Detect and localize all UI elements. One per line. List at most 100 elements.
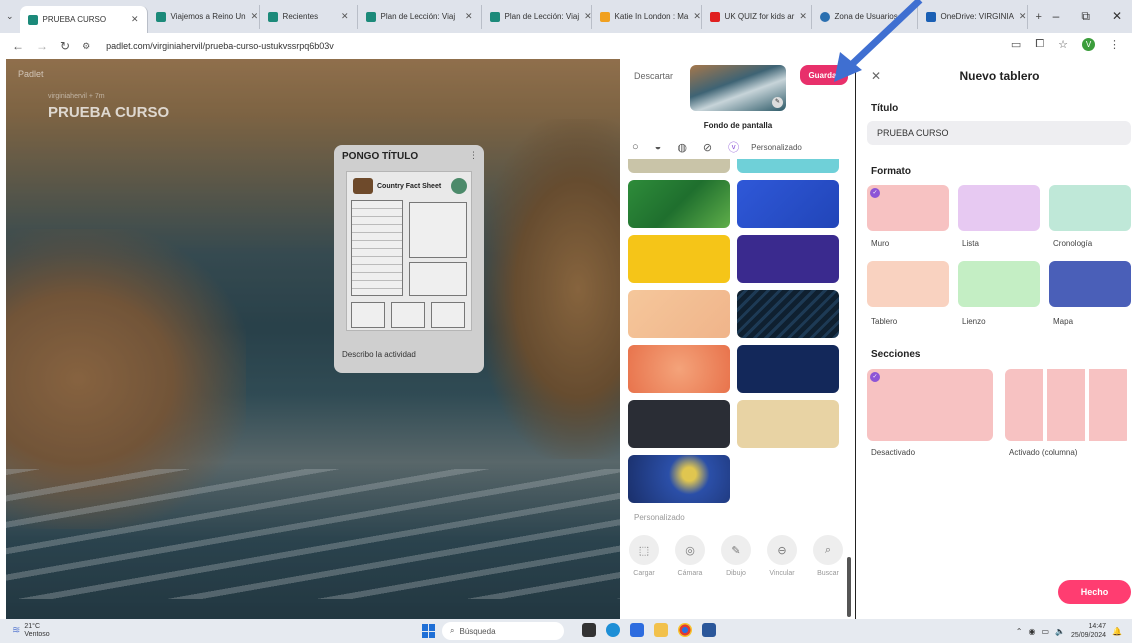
tray-chevron-icon[interactable]: ⌃ xyxy=(1016,627,1023,636)
edge-icon[interactable] xyxy=(606,623,620,637)
tab-uk-quiz[interactable]: UK QUIZ for kids ar ✕ xyxy=(702,4,812,29)
tab-plan-leccion-2[interactable]: Plan de Lección: Viaj ✕ xyxy=(482,4,592,29)
wallpaper-swatch[interactable] xyxy=(737,345,839,393)
upload-tool[interactable]: ⬚ Cargar xyxy=(628,535,660,577)
wallpaper-preview[interactable]: ✎ xyxy=(690,65,786,111)
display-icon[interactable]: ▭ xyxy=(1041,627,1049,636)
notification-bell-icon[interactable]: 🔔 xyxy=(1112,627,1122,636)
install-app-icon[interactable]: ⧠ xyxy=(1035,38,1044,51)
format-option-mapa[interactable] xyxy=(1049,261,1131,307)
custom-section-label: Personalizado xyxy=(634,513,685,522)
format-option-cronologia[interactable] xyxy=(1049,185,1131,231)
store-icon[interactable] xyxy=(630,623,644,637)
filter-pattern-icon[interactable]: ◍ xyxy=(677,141,687,154)
onedrive-favicon-icon xyxy=(925,11,936,22)
folder-icon[interactable] xyxy=(654,623,668,637)
new-tab-button[interactable]: + xyxy=(1036,11,1042,23)
site-info-icon[interactable]: ⚙ xyxy=(82,41,90,52)
wallpaper-swatch[interactable] xyxy=(628,235,730,283)
post-attachment-image[interactable]: Country Fact Sheet xyxy=(346,171,472,331)
minimize-icon[interactable]: – xyxy=(1053,9,1060,24)
save-button[interactable]: Guardar xyxy=(800,65,848,85)
tab-viajemos[interactable]: Viajemos a Reino Un ✕ xyxy=(148,4,260,29)
wallpaper-swatch[interactable] xyxy=(628,290,730,338)
filter-compass-icon[interactable]: ⊘ xyxy=(703,141,712,154)
close-tab-icon[interactable]: ✕ xyxy=(465,11,473,22)
close-window-icon[interactable]: ✕ xyxy=(1112,9,1122,24)
discard-button[interactable]: Descartar xyxy=(634,71,673,81)
section-option-off[interactable]: ✓ xyxy=(867,369,993,441)
search-tool[interactable]: ⌕ Buscar xyxy=(812,535,844,577)
tab-recientes[interactable]: Recientes ✕ xyxy=(260,4,358,29)
reload-icon[interactable]: ↻ xyxy=(60,39,70,53)
close-tab-icon[interactable]: ✕ xyxy=(693,11,700,22)
word-icon[interactable] xyxy=(702,623,716,637)
post-menu-icon[interactable]: ⋮ xyxy=(469,150,478,161)
tab-list-chevron-icon[interactable]: ⌄ xyxy=(6,11,14,22)
link-tool[interactable]: ⊖ Vincular xyxy=(766,535,798,577)
tab-onedrive[interactable]: OneDrive: VIRGINIA ✕ xyxy=(918,4,1028,29)
post-body: Describo la actividad xyxy=(342,350,416,359)
close-tab-icon[interactable]: ✕ xyxy=(131,14,139,25)
filter-custom-label[interactable]: Personalizado xyxy=(751,143,802,152)
back-icon[interactable]: ← xyxy=(12,39,24,53)
wallpaper-swatch[interactable] xyxy=(628,400,730,448)
cast-icon[interactable]: ▭ xyxy=(1011,38,1021,51)
volume-icon[interactable]: 🔈 xyxy=(1055,627,1065,636)
format-option-lista[interactable] xyxy=(958,185,1040,231)
format-option-muro[interactable]: ✓ xyxy=(867,185,949,231)
close-tab-icon[interactable]: ✕ xyxy=(1019,11,1027,22)
padlet-logo[interactable]: Padlet xyxy=(18,69,44,79)
clock[interactable]: 14:47 25/09/2024 xyxy=(1071,622,1106,640)
chrome-icon[interactable] xyxy=(678,623,692,637)
url-field[interactable]: padlet.com/virginiahervil/prueba-curso-u… xyxy=(106,41,334,51)
tab-katie-in-london[interactable]: Katie In London : Ma ✕ xyxy=(592,4,702,29)
edit-pencil-icon[interactable]: ✎ xyxy=(772,97,783,108)
windows-start-icon[interactable] xyxy=(422,624,436,638)
filter-solid-icon[interactable]: ○ xyxy=(632,141,639,153)
wallpaper-swatch[interactable] xyxy=(628,455,730,503)
link-icon: ⊖ xyxy=(767,535,797,565)
format-label-muro: Muro xyxy=(871,239,890,248)
filter-custom-icon[interactable]: ⓥ xyxy=(728,139,739,155)
tab-prueba-curso[interactable]: PRUEBA CURSO ✕ xyxy=(19,6,148,33)
weather-widget[interactable]: ≋ 21°C Ventoso xyxy=(12,623,50,639)
draw-tool[interactable]: ✎ Dibujo xyxy=(720,535,752,577)
menu-kebab-icon[interactable]: ⋮ xyxy=(1109,38,1120,51)
picker-scrollbar[interactable] xyxy=(847,557,851,617)
wallpaper-swatch[interactable] xyxy=(628,345,730,393)
forward-icon[interactable]: → xyxy=(36,39,48,53)
done-button[interactable]: Hecho xyxy=(1058,580,1131,604)
profile-avatar[interactable]: V xyxy=(1082,38,1095,51)
close-tab-icon[interactable]: ✕ xyxy=(341,11,349,22)
camera-tool[interactable]: ◎ Cámara xyxy=(674,535,706,577)
wallpaper-swatch[interactable] xyxy=(628,180,730,228)
network-icon[interactable]: ◉ xyxy=(1028,627,1035,636)
taskbar-search[interactable]: ⌕ Búsqueda xyxy=(442,622,564,640)
close-tab-icon[interactable]: ✕ xyxy=(584,11,590,22)
close-tab-icon[interactable]: ✕ xyxy=(251,11,259,22)
search-placeholder: Búsqueda xyxy=(459,626,496,636)
format-option-tablero[interactable] xyxy=(867,261,949,307)
format-option-lienzo[interactable] xyxy=(958,261,1040,307)
wallpaper-swatch[interactable] xyxy=(737,290,839,338)
post-card[interactable]: PONGO TÍTULO ⋮ Country Fact Sheet Descri… xyxy=(334,145,484,373)
system-tray: ⌃ ◉ ▭ 🔈 14:47 25/09/2024 🔔 xyxy=(1016,622,1122,640)
file-explorer-icon[interactable] xyxy=(582,623,596,637)
tab-zona-usuarios[interactable]: Zona de Usuarios xyxy=(812,4,918,29)
wallpaper-swatch[interactable] xyxy=(628,159,730,173)
restore-icon[interactable]: ⧉ xyxy=(1081,9,1090,24)
section-option-columns[interactable] xyxy=(1005,369,1131,441)
filter-gradient-icon[interactable]: ◒ xyxy=(655,141,662,153)
title-input[interactable]: PRUEBA CURSO xyxy=(867,121,1131,145)
wallpaper-swatch[interactable] xyxy=(737,159,839,173)
bookmark-star-icon[interactable]: ☆ xyxy=(1058,38,1068,51)
wallpaper-swatch[interactable] xyxy=(737,235,839,283)
camera-icon: ◎ xyxy=(675,535,705,565)
tab-label: Plan de Lección: Viaj xyxy=(504,12,580,21)
close-tab-icon[interactable]: ✕ xyxy=(799,11,807,22)
sheet-title: Country Fact Sheet xyxy=(377,182,442,190)
tab-plan-leccion-1[interactable]: Plan de Lección: Viaj ✕ xyxy=(358,4,482,29)
wallpaper-swatch[interactable] xyxy=(737,400,839,448)
wallpaper-swatch[interactable] xyxy=(737,180,839,228)
